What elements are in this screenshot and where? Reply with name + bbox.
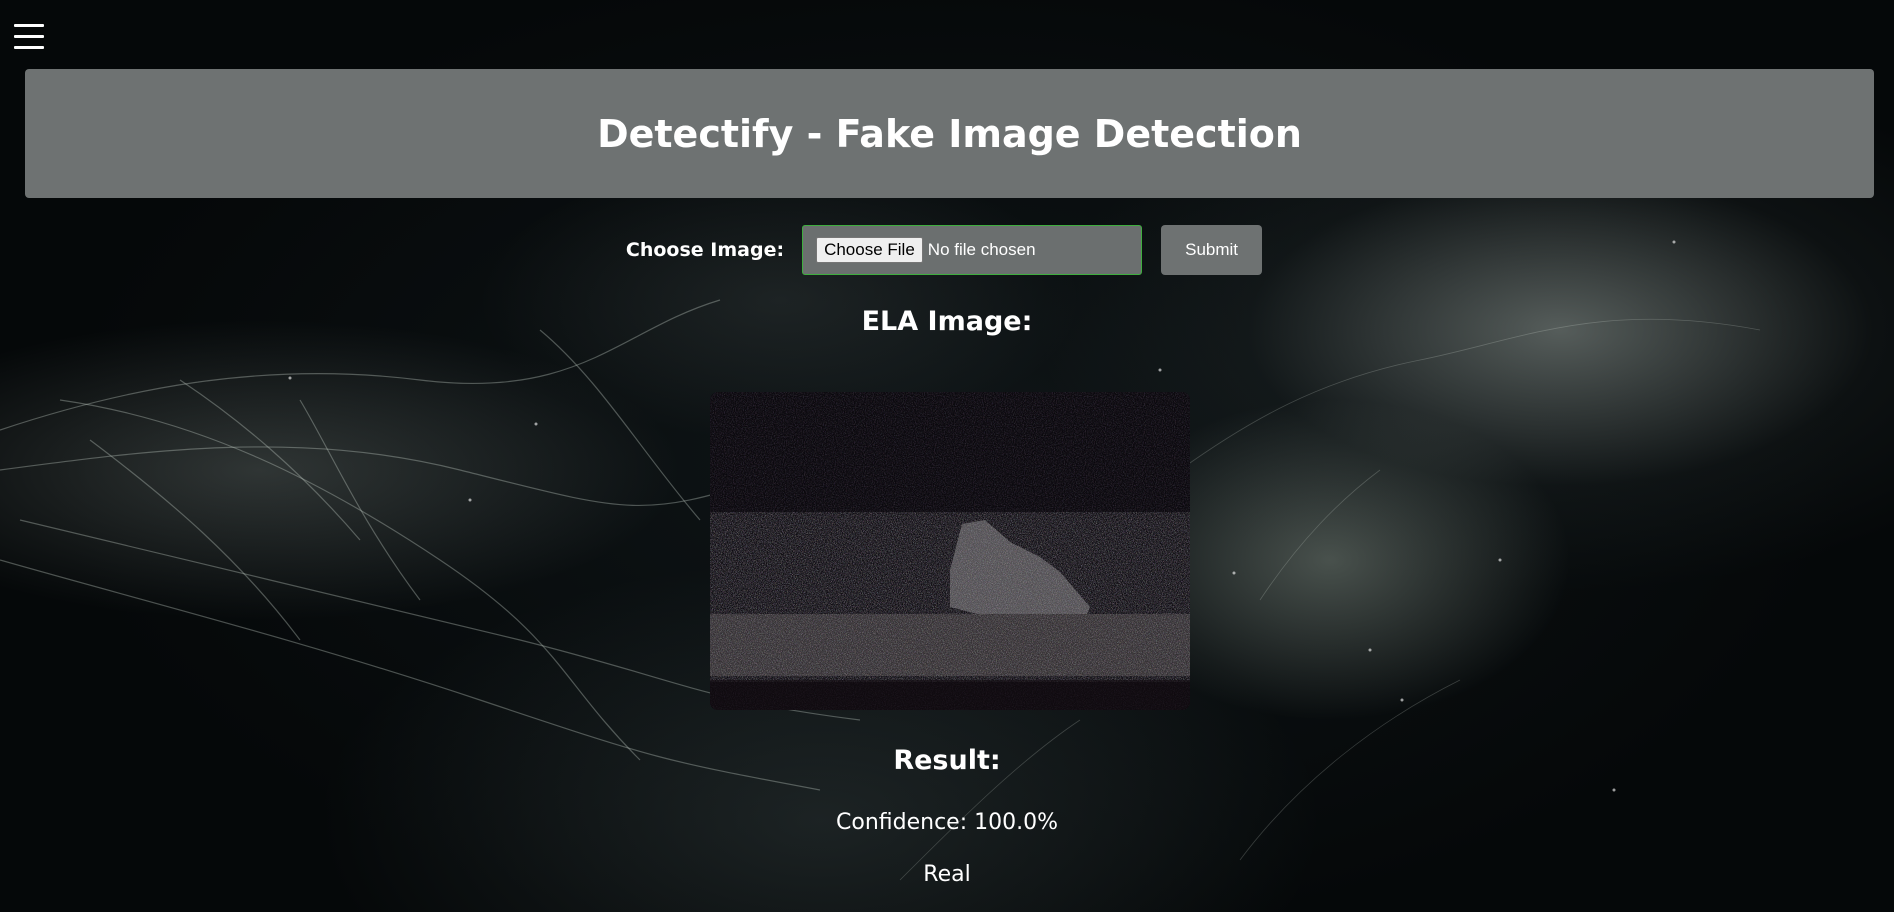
hamburger-menu-icon[interactable]: [14, 24, 44, 54]
upload-form: Choose Image: Choose File No file chosen…: [0, 224, 1894, 276]
menu-bar-middle: [14, 35, 44, 38]
result-heading: Result:: [893, 745, 1001, 776]
ela-image-heading: ELA Image:: [861, 306, 1033, 337]
page-title: Detectify - Fake Image Detection: [597, 111, 1302, 156]
file-input[interactable]: Choose File No file chosen: [802, 225, 1143, 275]
ela-image: [710, 392, 1190, 710]
submit-button[interactable]: Submit: [1161, 225, 1263, 275]
menu-bar-bottom: [14, 46, 44, 49]
file-status-text: No file chosen: [927, 240, 1036, 259]
menu-bar-top: [14, 24, 44, 27]
choose-file-button[interactable]: Choose File: [816, 237, 923, 263]
page-header: Detectify - Fake Image Detection: [25, 69, 1874, 198]
confidence-text: Confidence: 100.0%: [836, 810, 1058, 835]
choose-image-label: Choose Image:: [625, 239, 785, 261]
verdict-text: Real: [923, 862, 971, 887]
